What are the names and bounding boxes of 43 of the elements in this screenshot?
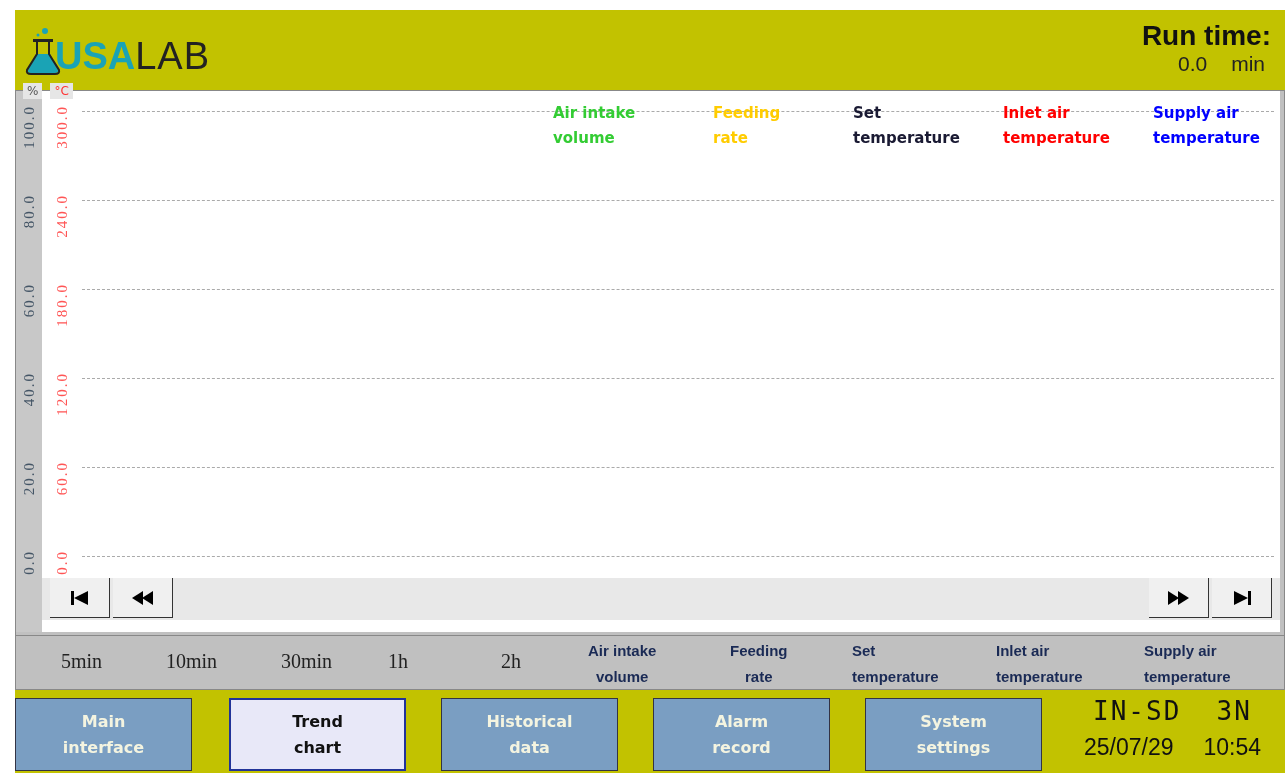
legend-label: Set temperature [853, 103, 961, 149]
time-range-button[interactable]: 2h [501, 650, 521, 673]
curve-button[interactable]: Inlet air temperature [996, 638, 1083, 690]
percent-tick-label: 40.0 [20, 372, 38, 407]
percent-tick-label: 100.0 [20, 105, 38, 149]
temperature-tick-label: 0.0 [53, 550, 71, 575]
time-text: 10:54 [1203, 734, 1262, 761]
fast-forward-icon [1166, 589, 1191, 606]
fast-forward-button[interactable] [1149, 578, 1209, 618]
time-range-button[interactable]: 30min [281, 650, 333, 673]
menu-button[interactable]: Trend chart [229, 698, 406, 771]
time-range-button[interactable]: 1h [388, 650, 408, 673]
skip-start-button[interactable] [50, 578, 110, 618]
date-text: 25/07/29 [1083, 734, 1174, 761]
percent-tick-label: 60.0 [20, 283, 38, 318]
run-time-unit: min [1231, 52, 1265, 76]
run-time-label: Run time: [1141, 20, 1271, 52]
curve-button[interactable]: Feeding rate [730, 638, 788, 690]
percent-unit: % [23, 83, 43, 99]
percent-tick-label: 80.0 [20, 194, 38, 229]
time-range-button[interactable]: 5min [61, 650, 103, 673]
skip-end-button[interactable] [1212, 578, 1272, 618]
curve-button[interactable]: Set temperature [852, 638, 939, 690]
device-model: IN-SD 3N [1093, 696, 1252, 726]
legend-label: Inlet air temperature [1003, 103, 1111, 149]
temperature-tick-label: 180.0 [53, 283, 71, 327]
temperature-tick-label: 120.0 [53, 372, 71, 416]
percent-tick-label: 20.0 [20, 461, 38, 496]
rewind-button[interactable] [113, 578, 173, 618]
temperature-tick-label: 60.0 [53, 461, 71, 496]
curve-button[interactable]: Supply air temperature [1144, 638, 1231, 690]
time-range-button[interactable]: 10min [166, 650, 218, 673]
celsius-unit: °C [50, 83, 73, 99]
curve-button[interactable]: Air intake volume [588, 638, 657, 690]
legend-label: Supply air temperature [1153, 103, 1261, 149]
legend-label: Feeding rate [713, 103, 782, 149]
logo-text: USALAB [55, 36, 211, 76]
percent-tick-label: 0.0 [20, 550, 38, 575]
temperature-tick-label: 300.0 [53, 105, 71, 149]
temperature-tick-label: 240.0 [53, 194, 71, 238]
legend-label: Air intake volume [553, 103, 637, 149]
run-time-value: 0.0 [1177, 52, 1208, 76]
rewind-icon [130, 589, 155, 606]
